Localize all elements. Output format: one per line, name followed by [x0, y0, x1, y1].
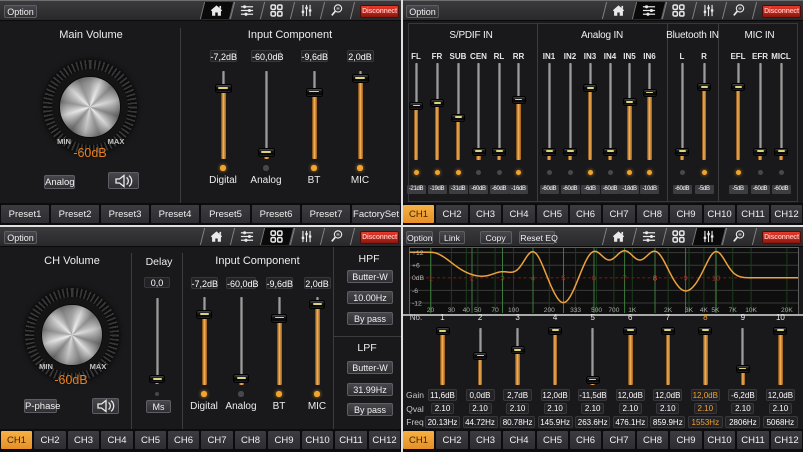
svg-text:5: 5 — [561, 273, 565, 282]
svg-text:+12: +12 — [412, 250, 424, 257]
svg-text:-6: -6 — [412, 288, 418, 295]
svg-text:-12: -12 — [412, 300, 422, 307]
svg-text:9: 9 — [684, 273, 688, 282]
svg-text:0dB: 0dB — [412, 275, 425, 282]
svg-text:4: 4 — [531, 273, 535, 282]
svg-text:1: 1 — [429, 273, 433, 282]
svg-text:+6: +6 — [412, 263, 420, 270]
svg-text:10: 10 — [712, 273, 720, 282]
svg-text:6: 6 — [592, 273, 596, 282]
svg-text:3: 3 — [500, 273, 504, 282]
svg-text:8: 8 — [653, 273, 657, 282]
svg-text:7: 7 — [623, 273, 627, 282]
